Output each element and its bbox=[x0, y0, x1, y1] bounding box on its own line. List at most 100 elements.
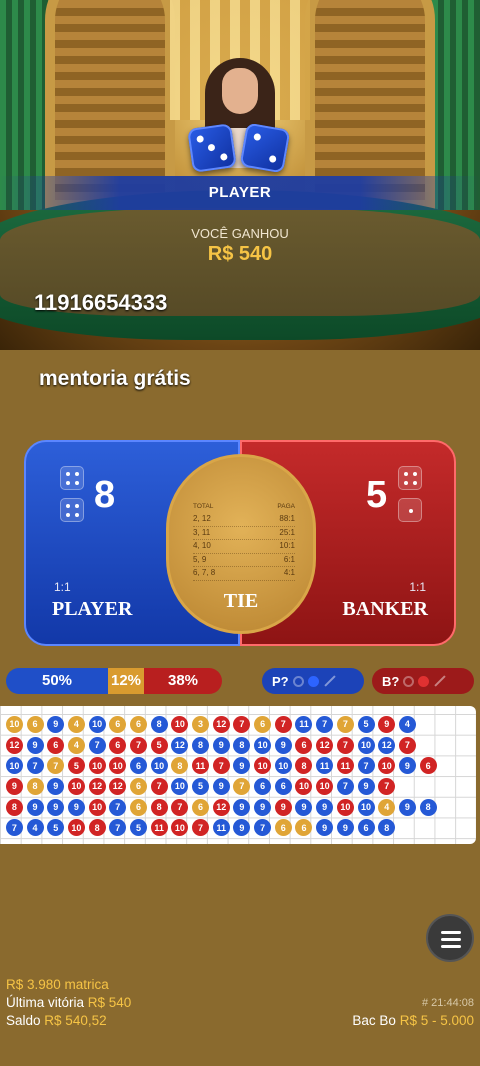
roadmap-row: 10 7 7 5 10 10 6 10 8 11 7 9 10 10 8 11 11 7 10 9 6 bbox=[4, 755, 476, 776]
roadmap-result-ball: 7 bbox=[88, 736, 106, 754]
roadmap-result-ball: 10 bbox=[316, 777, 334, 795]
paytable-header-total: TOTAL bbox=[193, 503, 214, 510]
roadmap-result-ball: 8 bbox=[378, 819, 396, 837]
paytable-row: 2, 12 88:1 bbox=[193, 513, 295, 527]
roadmap-result-ball: 4 bbox=[398, 715, 416, 733]
winner-banner: PLAYER bbox=[0, 176, 480, 210]
roadmap-result-ball: 12 bbox=[109, 777, 127, 795]
roadmap-result-ball: 10 bbox=[295, 777, 313, 795]
roadmap-result-ball: 6 bbox=[26, 715, 44, 733]
roadmap-result-ball: 6 bbox=[47, 736, 65, 754]
betting-board: 8 1:1 PLAYER 5 1:1 BANKER TOTAL PAGA 2, … bbox=[24, 440, 456, 646]
roadmap-result-ball: 10 bbox=[378, 757, 396, 775]
player-percentage: 50% bbox=[6, 668, 108, 694]
roadmap-result-ball: 10 bbox=[171, 819, 189, 837]
win-amount: R$ 540 bbox=[207, 243, 273, 265]
roadmap-result-ball: 5 bbox=[67, 757, 85, 775]
balance-label: Saldo bbox=[6, 1013, 41, 1028]
roadmap-result-ball: 5 bbox=[150, 736, 168, 754]
paytable-row: 6, 7, 8 4:1 bbox=[193, 567, 295, 581]
dice-icon bbox=[60, 498, 84, 522]
roadmap-result-ball: 6 bbox=[129, 798, 147, 816]
roadmap-result-ball: 10 bbox=[171, 715, 189, 733]
dice-icon bbox=[60, 466, 84, 490]
roadmap-row: 9 8 9 10 12 12 6 7 10 5 9 7 6 6 10 10 7 9 7 bbox=[4, 776, 476, 797]
roadmap-result-ball: 7 bbox=[5, 819, 23, 837]
roadmap-result-ball: 9 bbox=[67, 798, 85, 816]
results-roadmap[interactable]: 10 6 9 4 10 6 6 8 10 3 12 7 6 7 11 7 7 5 9 4 12 9 6 4 7 6 7 5 12 8 9 8 1… bbox=[0, 706, 476, 844]
roadmap-result-ball: 10 bbox=[88, 757, 106, 775]
roadmap-result-ball: 10 bbox=[150, 757, 168, 775]
roadmap-result-ball: 6 bbox=[254, 777, 272, 795]
roadmap-result-ball: 8 bbox=[150, 715, 168, 733]
roadmap-result-ball: 12 bbox=[171, 736, 189, 754]
roadmap-result-ball: 11 bbox=[192, 757, 210, 775]
roadmap-result-ball: 9 bbox=[233, 798, 251, 816]
roadmap-result-ball: 7 bbox=[336, 777, 354, 795]
hamburger-menu-icon[interactable] bbox=[426, 914, 474, 962]
roadmap-result-ball: 6 bbox=[129, 715, 147, 733]
roadmap-result-ball: 8 bbox=[419, 798, 437, 816]
roadmap-result-ball: 10 bbox=[109, 757, 127, 775]
slash-icon bbox=[434, 675, 447, 687]
round-id: # 21:44:08 bbox=[422, 997, 474, 1009]
banker-score: 5 bbox=[366, 474, 388, 516]
roadmap-result-ball: 7 bbox=[171, 798, 189, 816]
tie-bet-spot[interactable]: TOTAL PAGA 2, 12 88:1 3, 11 25:1 4, 10 10:1… bbox=[166, 454, 316, 634]
roadmap-result-ball: 10 bbox=[336, 798, 354, 816]
roadmap-result-ball: 6 bbox=[129, 757, 147, 775]
roadmap-result-ball: 9 bbox=[316, 798, 334, 816]
banker-label: BANKER bbox=[342, 598, 428, 620]
roadmap-result-ball: 12 bbox=[5, 736, 23, 754]
roadmap-result-ball: 9 bbox=[398, 757, 416, 775]
roadmap-result-ball: 12 bbox=[212, 798, 230, 816]
roadmap-result-ball: 11 bbox=[295, 715, 313, 733]
roadmap-result-ball: 4 bbox=[67, 736, 85, 754]
roadmap-result-ball: 12 bbox=[316, 736, 334, 754]
roadmap-result-ball: 7 bbox=[398, 736, 416, 754]
roadmap-result-ball: 5 bbox=[192, 777, 210, 795]
roadmap-result-ball: 7 bbox=[47, 757, 65, 775]
roadmap-result-ball: 9 bbox=[47, 798, 65, 816]
last-win-label: Última vitória bbox=[6, 995, 85, 1010]
roadmap-result-ball: 9 bbox=[233, 757, 251, 775]
balance-value: R$ 540,52 bbox=[44, 1013, 107, 1028]
roadmap-result-ball: 6 bbox=[254, 715, 272, 733]
win-message: VOCÊ GANHOU R$ 540 bbox=[0, 226, 480, 266]
predict-player-button[interactable]: P? bbox=[262, 668, 364, 694]
circle-icon bbox=[418, 675, 430, 687]
roadmap-result-ball: 10 bbox=[88, 798, 106, 816]
roadmap-result-ball: 11 bbox=[316, 757, 334, 775]
circle-icon bbox=[307, 675, 319, 687]
predict-banker-button[interactable]: B? bbox=[372, 668, 474, 694]
roadmap-result-ball: 9 bbox=[233, 819, 251, 837]
tie-label: TIE bbox=[223, 590, 259, 612]
roadmap-result-ball: 6 bbox=[295, 736, 313, 754]
last-win-row: Última vitória R$ 540 bbox=[6, 994, 131, 1012]
roadmap-result-ball: 9 bbox=[316, 819, 334, 837]
roadmap-row: 7 4 5 10 8 7 5 11 10 7 11 9 7 6 6 9 9 6 8 bbox=[4, 817, 476, 838]
roadmap-result-ball: 10 bbox=[357, 798, 375, 816]
paytable-row: 3, 11 25:1 bbox=[193, 527, 295, 540]
roadmap-result-ball: 10 bbox=[88, 715, 106, 733]
roadmap-result-ball: 6 bbox=[109, 715, 127, 733]
roadmap-result-ball: 7 bbox=[109, 819, 127, 837]
roadmap-result-ball: 6 bbox=[295, 819, 313, 837]
roadmap-result-ball: 9 bbox=[26, 736, 44, 754]
roadmap-result-ball: 7 bbox=[26, 757, 44, 775]
roadmap-result-ball: 9 bbox=[336, 819, 354, 837]
roadmap-result-ball: 8 bbox=[150, 798, 168, 816]
roadmap-result-ball: 10 bbox=[274, 757, 292, 775]
roadmap-result-ball: 10 bbox=[254, 757, 272, 775]
roadmap-result-ball: 7 bbox=[254, 819, 272, 837]
roadmap-result-ball: 10 bbox=[171, 777, 189, 795]
tie-paytable: TOTAL PAGA 2, 12 88:1 3, 11 25:1 4, 10 10:1… bbox=[193, 503, 295, 581]
roadmap-result-ball: 4 bbox=[67, 715, 85, 733]
live-studio-view: PLAYER VOCÊ GANHOU R$ 540 11916654333 bbox=[0, 0, 480, 350]
roadmap-result-ball: 4 bbox=[378, 798, 396, 816]
roadmap-result-ball: 9 bbox=[295, 798, 313, 816]
roadmap-result-ball: 12 bbox=[212, 715, 230, 733]
roadmap-result-ball: 10 bbox=[67, 819, 85, 837]
dice-icon bbox=[398, 498, 422, 522]
balance-info: R$ 3.980 matrica Última vitória R$ 540 S… bbox=[6, 976, 131, 1030]
